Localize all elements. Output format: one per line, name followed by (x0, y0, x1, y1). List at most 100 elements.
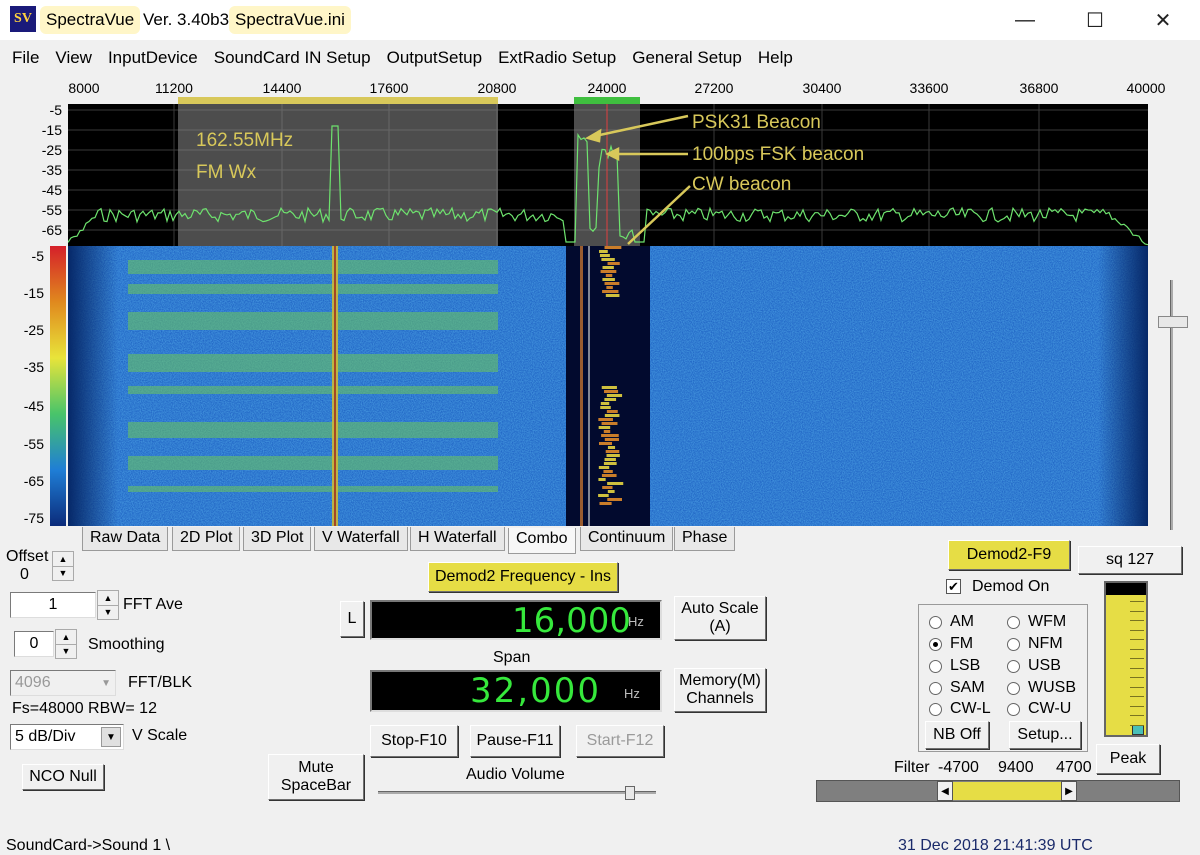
tab-phase[interactable]: Phase (674, 527, 736, 551)
memory-channels-button[interactable]: Memory(M) Channels (674, 668, 766, 712)
menu-input-device[interactable]: InputDevice (100, 48, 206, 68)
fsk-trace-segment (603, 470, 613, 473)
filter-label: Filter (894, 759, 930, 776)
db-tick: -35 (41, 162, 62, 178)
fsk-trace-segment (604, 438, 619, 441)
fsk-trace-segment (598, 466, 610, 469)
peak-button[interactable]: Peak (1096, 744, 1160, 774)
spin-down-icon[interactable]: ▼ (98, 606, 118, 620)
menu-general-setup[interactable]: General Setup (624, 48, 750, 68)
freq-tick: 33600 (909, 80, 949, 96)
demod2-frequency-button[interactable]: Demod2 Frequency - Ins (428, 562, 618, 592)
nb-off-button[interactable]: NB Off (925, 721, 989, 749)
meter-tick (1130, 724, 1144, 726)
mode-wusb-radio[interactable]: WUSB (1007, 679, 1076, 697)
stop-button[interactable]: Stop-F10 (370, 725, 458, 757)
offset-value: 0 (20, 566, 29, 583)
spin-up-icon[interactable]: ▲ (53, 552, 73, 567)
mode-usb-radio[interactable]: USB (1007, 657, 1061, 675)
center-frequency-display[interactable]: 16,000 Hz (370, 600, 662, 641)
fft-ave-spinner[interactable]: ▲ ▼ (97, 590, 119, 620)
fsk-trace-segment (602, 266, 614, 269)
mute-label: Mute (298, 759, 334, 777)
tab-v-waterfall[interactable]: V Waterfall (314, 527, 408, 551)
mode-cwl-label: CW-L (950, 700, 991, 717)
fft-ave-input[interactable]: 1 (10, 592, 96, 618)
menu-view[interactable]: View (47, 48, 100, 68)
arrow-right-icon[interactable]: ▶ (1061, 781, 1077, 801)
audio-volume-track[interactable] (378, 791, 656, 794)
fm-signal-band (128, 260, 498, 274)
tab-2d-plot[interactable]: 2D Plot (172, 527, 241, 551)
spin-up-icon[interactable]: ▲ (98, 591, 118, 606)
filter-scrollbar-thumb[interactable] (953, 782, 1061, 800)
lock-button[interactable]: L (340, 601, 364, 637)
mode-cwu-radio[interactable]: CW-U (1007, 700, 1071, 718)
db-tick: -15 (41, 122, 62, 138)
spin-up-icon[interactable]: ▲ (56, 630, 76, 645)
close-icon[interactable]: ✕ (1140, 4, 1186, 36)
smoothing-input[interactable]: 0 (14, 631, 54, 657)
fsk-trace-segment (602, 290, 619, 293)
menu-file[interactable]: File (4, 48, 47, 68)
filter-scrollbar[interactable]: ◀ ▶ (816, 780, 1180, 802)
meter-tick (1130, 629, 1144, 631)
menu-help[interactable]: Help (750, 48, 801, 68)
mode-nfm-radio[interactable]: NFM (1007, 635, 1063, 653)
mode-cwl-radio[interactable]: CW-L (929, 700, 991, 718)
tab-raw-data[interactable]: Raw Data (82, 527, 169, 551)
squelch-button[interactable]: sq 127 (1078, 546, 1182, 574)
meter-tick (1130, 705, 1144, 707)
freq-tick: 24000 (587, 80, 627, 96)
pause-button[interactable]: Pause-F11 (470, 725, 560, 757)
nco-null-button[interactable]: NCO Null (22, 764, 104, 790)
setup-button[interactable]: Setup... (1009, 721, 1081, 749)
mode-lsb-radio[interactable]: LSB (929, 657, 980, 675)
arrow-left-icon[interactable]: ◀ (937, 781, 953, 801)
spacebar-label: SpaceBar (280, 777, 352, 794)
vscale-select[interactable]: 5 dB/Div ▼ (10, 724, 124, 750)
tab-combo[interactable]: Combo (508, 528, 576, 554)
fsk-trace-segment (599, 502, 612, 505)
tab-continuum[interactable]: Continuum (580, 527, 674, 551)
mode-sam-radio[interactable]: SAM (929, 679, 985, 697)
maximize-icon[interactable]: ☐ (1072, 4, 1118, 36)
tab-h-waterfall[interactable]: H Waterfall (410, 527, 505, 551)
spectrum-plot[interactable]: 162.55MHz FM Wx PSK31 Beacon 100bps FSK … (68, 104, 1148, 246)
db-tick: -45 (41, 182, 62, 198)
spin-down-icon[interactable]: ▼ (56, 645, 76, 659)
chevron-down-icon[interactable]: ▼ (101, 727, 121, 747)
meter-tick (1130, 658, 1144, 659)
menu-soundcard-in-setup[interactable]: SoundCard IN Setup (206, 48, 379, 68)
meter-tick (1130, 601, 1144, 602)
status-device: SoundCard->Sound 1 \ (6, 837, 171, 854)
meter-tick (1130, 667, 1144, 669)
mode-fm-radio[interactable]: FM (929, 635, 973, 653)
fft-blk-select[interactable]: 4096 ▼ (10, 670, 116, 696)
tab-3d-plot[interactable]: 3D Plot (243, 527, 312, 551)
mode-wfm-radio[interactable]: WFM (1007, 613, 1066, 631)
span-display[interactable]: 32,000 Hz (370, 670, 662, 712)
fsk-trace-segment (598, 426, 611, 429)
minimize-icon[interactable]: — (1002, 4, 1048, 36)
app-version: Ver. 3.40b3 (143, 10, 230, 29)
mute-button[interactable]: Mute SpaceBar (268, 754, 364, 800)
spin-down-icon[interactable]: ▼ (53, 567, 73, 581)
audio-volume-thumb[interactable] (624, 786, 635, 800)
freq-tick: 17600 (369, 80, 409, 96)
mode-am-radio[interactable]: AM (929, 613, 974, 631)
start-button[interactable]: Start-F12 (576, 725, 664, 757)
smoothing-spinner[interactable]: ▲ ▼ (55, 629, 77, 659)
meter-tick (1130, 639, 1144, 640)
waterfall-plot[interactable] (68, 246, 1148, 526)
menu-output-setup[interactable]: OutputSetup (379, 48, 490, 68)
demod-on-checkbox[interactable]: ✔ (946, 579, 961, 594)
auto-scale-button[interactable]: Auto Scale (A) (674, 596, 766, 640)
fm-signal-band (128, 422, 498, 438)
check-icon: ✔ (948, 579, 959, 594)
offset-spinner[interactable]: ▲ ▼ (52, 551, 74, 581)
demod2-button[interactable]: Demod2-F9 (948, 540, 1070, 570)
filter-high-value: 4700 (1056, 759, 1092, 776)
menu-extradio-setup[interactable]: ExtRadio Setup (490, 48, 624, 68)
vertical-slider-thumb[interactable] (1158, 316, 1188, 328)
